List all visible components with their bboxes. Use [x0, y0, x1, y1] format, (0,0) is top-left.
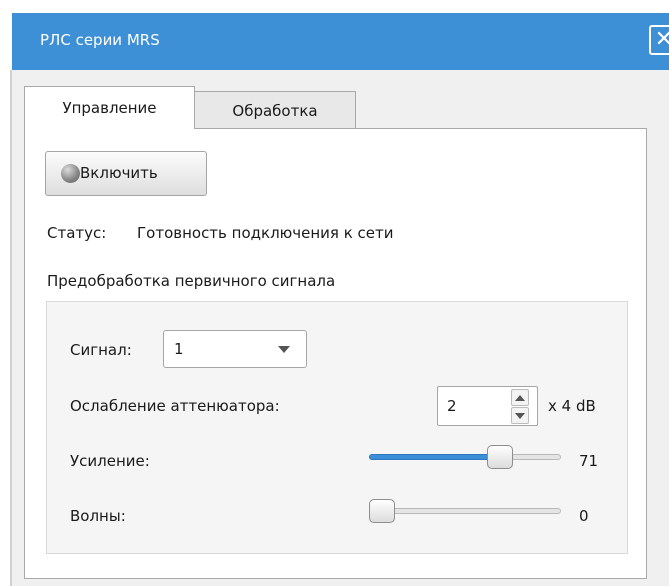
tab-processing[interactable]: Обработка: [195, 91, 356, 129]
power-on-label: Включить: [80, 164, 158, 182]
waves-label: Волны:: [70, 507, 126, 525]
attenuator-unit: x 4 dB: [548, 397, 596, 415]
attenuator-label: Ослабление аттенюатора:: [70, 397, 280, 415]
waves-slider-handle[interactable]: [369, 499, 395, 523]
tab-control-label: Управление: [62, 99, 157, 117]
close-icon: ✕: [654, 27, 669, 52]
signal-label: Сигнал:: [70, 341, 132, 359]
gain-slider[interactable]: [369, 444, 561, 472]
signal-select-value: 1: [174, 340, 184, 358]
title-bar[interactable]: РЛС серии MRS ✕: [12, 13, 669, 70]
waves-slider-track: [369, 508, 561, 514]
gain-label: Усиление:: [70, 452, 150, 470]
tab-control[interactable]: Управление: [24, 86, 195, 129]
waves-slider[interactable]: [369, 498, 561, 526]
gain-slider-fill: [369, 454, 500, 460]
gain-slider-handle[interactable]: [486, 445, 513, 469]
chevron-down-icon: [278, 346, 290, 353]
waves-value: 0: [579, 507, 589, 525]
window-title: РЛС серии MRS: [40, 31, 160, 49]
attenuator-value: 2: [447, 397, 457, 415]
status-led-icon: [61, 164, 80, 183]
tab-processing-label: Обработка: [232, 102, 318, 120]
window-left-edge: [10, 70, 12, 586]
spin-down-icon[interactable]: [511, 407, 529, 424]
attenuator-spinbox[interactable]: 2: [437, 386, 538, 426]
gain-value: 71: [579, 452, 599, 470]
close-button[interactable]: ✕: [649, 25, 669, 55]
signal-select[interactable]: 1: [163, 330, 307, 368]
power-on-button[interactable]: Включить: [45, 151, 207, 196]
status-label: Статус:: [47, 224, 107, 242]
status-value: Готовность подключения к сети: [137, 224, 394, 242]
spin-up-icon[interactable]: [511, 389, 529, 406]
preprocessing-title: Предобработка первичного сигнала: [47, 272, 336, 290]
